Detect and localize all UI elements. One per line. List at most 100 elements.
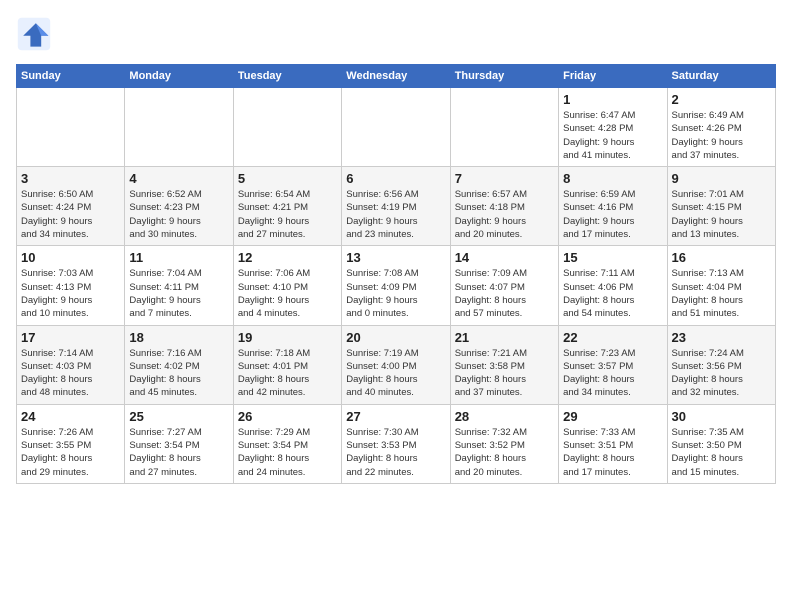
calendar-cell: 7 Sunrise: 6:57 AM Sunset: 4:18 PM Daylig… <box>450 167 558 246</box>
day-number: 24 <box>21 409 120 424</box>
calendar-cell: 8 Sunrise: 6:59 AM Sunset: 4:16 PM Daylig… <box>559 167 667 246</box>
calendar-cell: 19Sunrise: 7:18 AM Sunset: 4:01 PM Dayli… <box>233 325 341 404</box>
calendar-cell: 22 Sunrise: 7:23 AM Sunset: 3:57 PM Dayli… <box>559 325 667 404</box>
calendar-cell: 6 Sunrise: 6:56 AM Sunset: 4:19 PM Daylig… <box>342 167 450 246</box>
calendar-cell: 30 Sunrise: 7:35 AM Sunset: 3:50 PM Dayli… <box>667 404 775 483</box>
week-row-4: 17Sunrise: 7:14 AM Sunset: 4:03 PM Dayli… <box>17 325 776 404</box>
calendar-cell: 2 Sunrise: 6:49 AM Sunset: 4:26 PM Daylig… <box>667 88 775 167</box>
day-info: Sunrise: 7:35 AM Sunset: 3:50 PM Dayligh… <box>672 426 771 479</box>
day-info: Sunrise: 6:57 AM Sunset: 4:18 PM Dayligh… <box>455 188 554 241</box>
day-info: Sunrise: 7:06 AM Sunset: 4:10 PM Dayligh… <box>238 267 337 320</box>
day-number: 9 <box>672 171 771 186</box>
calendar-cell: 1 Sunrise: 6:47 AM Sunset: 4:28 PM Daylig… <box>559 88 667 167</box>
day-info: Sunrise: 6:59 AM Sunset: 4:16 PM Dayligh… <box>563 188 662 241</box>
day-info: Sunrise: 7:23 AM Sunset: 3:57 PM Dayligh… <box>563 347 662 400</box>
day-info: Sunrise: 7:13 AM Sunset: 4:04 PM Dayligh… <box>672 267 771 320</box>
calendar-cell: 16 Sunrise: 7:13 AM Sunset: 4:04 PM Dayli… <box>667 246 775 325</box>
day-info: Sunrise: 7:21 AM Sunset: 3:58 PM Dayligh… <box>455 347 554 400</box>
day-number: 7 <box>455 171 554 186</box>
day-number: 25 <box>129 409 228 424</box>
calendar-cell: 13 Sunrise: 7:08 AM Sunset: 4:09 PM Dayli… <box>342 246 450 325</box>
calendar-cell: 20Sunrise: 7:19 AM Sunset: 4:00 PM Dayli… <box>342 325 450 404</box>
day-number: 5 <box>238 171 337 186</box>
day-info: Sunrise: 7:09 AM Sunset: 4:07 PM Dayligh… <box>455 267 554 320</box>
calendar-cell <box>233 88 341 167</box>
calendar-cell: 12 Sunrise: 7:06 AM Sunset: 4:10 PM Dayli… <box>233 246 341 325</box>
day-number: 20 <box>346 330 445 345</box>
day-number: 4 <box>129 171 228 186</box>
day-number: 1 <box>563 92 662 107</box>
calendar-cell: 3 Sunrise: 6:50 AM Sunset: 4:24 PM Daylig… <box>17 167 125 246</box>
calendar-cell: 21 Sunrise: 7:21 AM Sunset: 3:58 PM Dayli… <box>450 325 558 404</box>
calendar-cell: 9 Sunrise: 7:01 AM Sunset: 4:15 PM Daylig… <box>667 167 775 246</box>
calendar-cell: 18 Sunrise: 7:16 AM Sunset: 4:02 PM Dayli… <box>125 325 233 404</box>
day-info: Sunrise: 7:03 AM Sunset: 4:13 PM Dayligh… <box>21 267 120 320</box>
calendar-cell: 25 Sunrise: 7:27 AM Sunset: 3:54 PM Dayli… <box>125 404 233 483</box>
day-info: Sunrise: 7:04 AM Sunset: 4:11 PM Dayligh… <box>129 267 228 320</box>
week-row-1: 1 Sunrise: 6:47 AM Sunset: 4:28 PM Daylig… <box>17 88 776 167</box>
day-info: Sunrise: 7:29 AM Sunset: 3:54 PM Dayligh… <box>238 426 337 479</box>
day-info: Sunrise: 7:26 AM Sunset: 3:55 PM Dayligh… <box>21 426 120 479</box>
calendar-cell: 4 Sunrise: 6:52 AM Sunset: 4:23 PM Daylig… <box>125 167 233 246</box>
day-info: Sunrise: 6:56 AM Sunset: 4:19 PM Dayligh… <box>346 188 445 241</box>
day-number: 12 <box>238 250 337 265</box>
calendar-cell <box>17 88 125 167</box>
calendar-cell: 27 Sunrise: 7:30 AM Sunset: 3:53 PM Dayli… <box>342 404 450 483</box>
day-number: 29 <box>563 409 662 424</box>
day-info: Sunrise: 6:54 AM Sunset: 4:21 PM Dayligh… <box>238 188 337 241</box>
day-number: 14 <box>455 250 554 265</box>
day-info: Sunrise: 7:08 AM Sunset: 4:09 PM Dayligh… <box>346 267 445 320</box>
day-info: Sunrise: 6:50 AM Sunset: 4:24 PM Dayligh… <box>21 188 120 241</box>
day-number: 27 <box>346 409 445 424</box>
day-number: 21 <box>455 330 554 345</box>
calendar-cell: 15 Sunrise: 7:11 AM Sunset: 4:06 PM Dayli… <box>559 246 667 325</box>
calendar-cell: 24 Sunrise: 7:26 AM Sunset: 3:55 PM Dayli… <box>17 404 125 483</box>
day-number: 3 <box>21 171 120 186</box>
calendar-header-row: SundayMondayTuesdayWednesdayThursdayFrid… <box>17 65 776 88</box>
day-number: 19 <box>238 330 337 345</box>
weekday-header-friday: Friday <box>559 65 667 88</box>
day-info: Sunrise: 7:27 AM Sunset: 3:54 PM Dayligh… <box>129 426 228 479</box>
day-number: 6 <box>346 171 445 186</box>
day-number: 11 <box>129 250 228 265</box>
week-row-3: 10Sunrise: 7:03 AM Sunset: 4:13 PM Dayli… <box>17 246 776 325</box>
day-info: Sunrise: 7:32 AM Sunset: 3:52 PM Dayligh… <box>455 426 554 479</box>
day-number: 17 <box>21 330 120 345</box>
logo-icon <box>16 16 52 52</box>
calendar-cell: 17Sunrise: 7:14 AM Sunset: 4:03 PM Dayli… <box>17 325 125 404</box>
calendar-cell <box>342 88 450 167</box>
calendar-header <box>16 16 776 52</box>
weekday-header-saturday: Saturday <box>667 65 775 88</box>
day-info: Sunrise: 7:33 AM Sunset: 3:51 PM Dayligh… <box>563 426 662 479</box>
calendar-cell: 23 Sunrise: 7:24 AM Sunset: 3:56 PM Dayli… <box>667 325 775 404</box>
week-row-2: 3 Sunrise: 6:50 AM Sunset: 4:24 PM Daylig… <box>17 167 776 246</box>
calendar-cell: 14 Sunrise: 7:09 AM Sunset: 4:07 PM Dayli… <box>450 246 558 325</box>
day-info: Sunrise: 7:24 AM Sunset: 3:56 PM Dayligh… <box>672 347 771 400</box>
day-number: 23 <box>672 330 771 345</box>
calendar-table: SundayMondayTuesdayWednesdayThursdayFrid… <box>16 64 776 484</box>
day-number: 13 <box>346 250 445 265</box>
day-info: Sunrise: 7:16 AM Sunset: 4:02 PM Dayligh… <box>129 347 228 400</box>
weekday-header-thursday: Thursday <box>450 65 558 88</box>
calendar-cell: 5 Sunrise: 6:54 AM Sunset: 4:21 PM Daylig… <box>233 167 341 246</box>
day-number: 26 <box>238 409 337 424</box>
day-info: Sunrise: 7:01 AM Sunset: 4:15 PM Dayligh… <box>672 188 771 241</box>
day-number: 28 <box>455 409 554 424</box>
day-number: 16 <box>672 250 771 265</box>
day-number: 30 <box>672 409 771 424</box>
day-number: 8 <box>563 171 662 186</box>
day-info: Sunrise: 7:30 AM Sunset: 3:53 PM Dayligh… <box>346 426 445 479</box>
weekday-header-monday: Monday <box>125 65 233 88</box>
day-number: 15 <box>563 250 662 265</box>
day-number: 2 <box>672 92 771 107</box>
day-number: 22 <box>563 330 662 345</box>
calendar-cell: 26 Sunrise: 7:29 AM Sunset: 3:54 PM Dayli… <box>233 404 341 483</box>
day-info: Sunrise: 6:47 AM Sunset: 4:28 PM Dayligh… <box>563 109 662 162</box>
day-info: Sunrise: 6:49 AM Sunset: 4:26 PM Dayligh… <box>672 109 771 162</box>
weekday-header-tuesday: Tuesday <box>233 65 341 88</box>
day-info: Sunrise: 6:52 AM Sunset: 4:23 PM Dayligh… <box>129 188 228 241</box>
day-number: 18 <box>129 330 228 345</box>
week-row-5: 24 Sunrise: 7:26 AM Sunset: 3:55 PM Dayli… <box>17 404 776 483</box>
day-info: Sunrise: 7:11 AM Sunset: 4:06 PM Dayligh… <box>563 267 662 320</box>
calendar-cell: 28 Sunrise: 7:32 AM Sunset: 3:52 PM Dayli… <box>450 404 558 483</box>
